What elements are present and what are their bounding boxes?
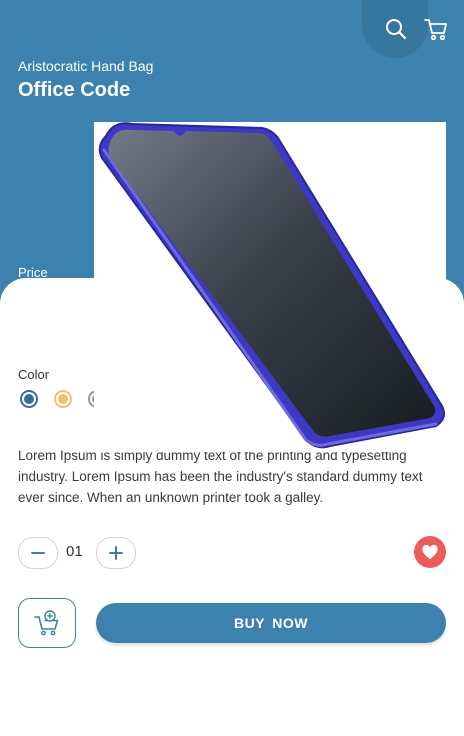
decrease-quantity-button[interactable]: [18, 537, 58, 569]
minus-icon: [31, 552, 45, 554]
color-swatch-orange[interactable]: [54, 390, 72, 408]
smartphone-image: [98, 122, 445, 449]
cart-icon[interactable]: [422, 15, 450, 43]
buy-now-button[interactable]: BUY NOW: [96, 603, 446, 643]
product-category: Aristocratic Hand Bag: [18, 58, 154, 74]
color-swatch-blue[interactable]: [20, 390, 38, 408]
heart-icon: [422, 544, 438, 560]
product-description: Lorem Ipsum is simply dummy text of the …: [18, 448, 423, 505]
product-detail-screen: Aristocratic Hand Bag Office Code Price …: [0, 0, 464, 736]
product-title: Office Code: [18, 79, 131, 101]
quantity-value: 01: [66, 543, 83, 560]
search-icon[interactable]: [383, 16, 409, 42]
favorite-button[interactable]: [414, 536, 446, 568]
color-label: Color: [18, 367, 50, 382]
product-image: [94, 122, 446, 452]
add-to-cart-button[interactable]: [18, 598, 76, 648]
increase-quantity-button[interactable]: [96, 537, 136, 569]
plus-icon: [109, 546, 123, 560]
cart-plus-icon: [34, 610, 59, 636]
